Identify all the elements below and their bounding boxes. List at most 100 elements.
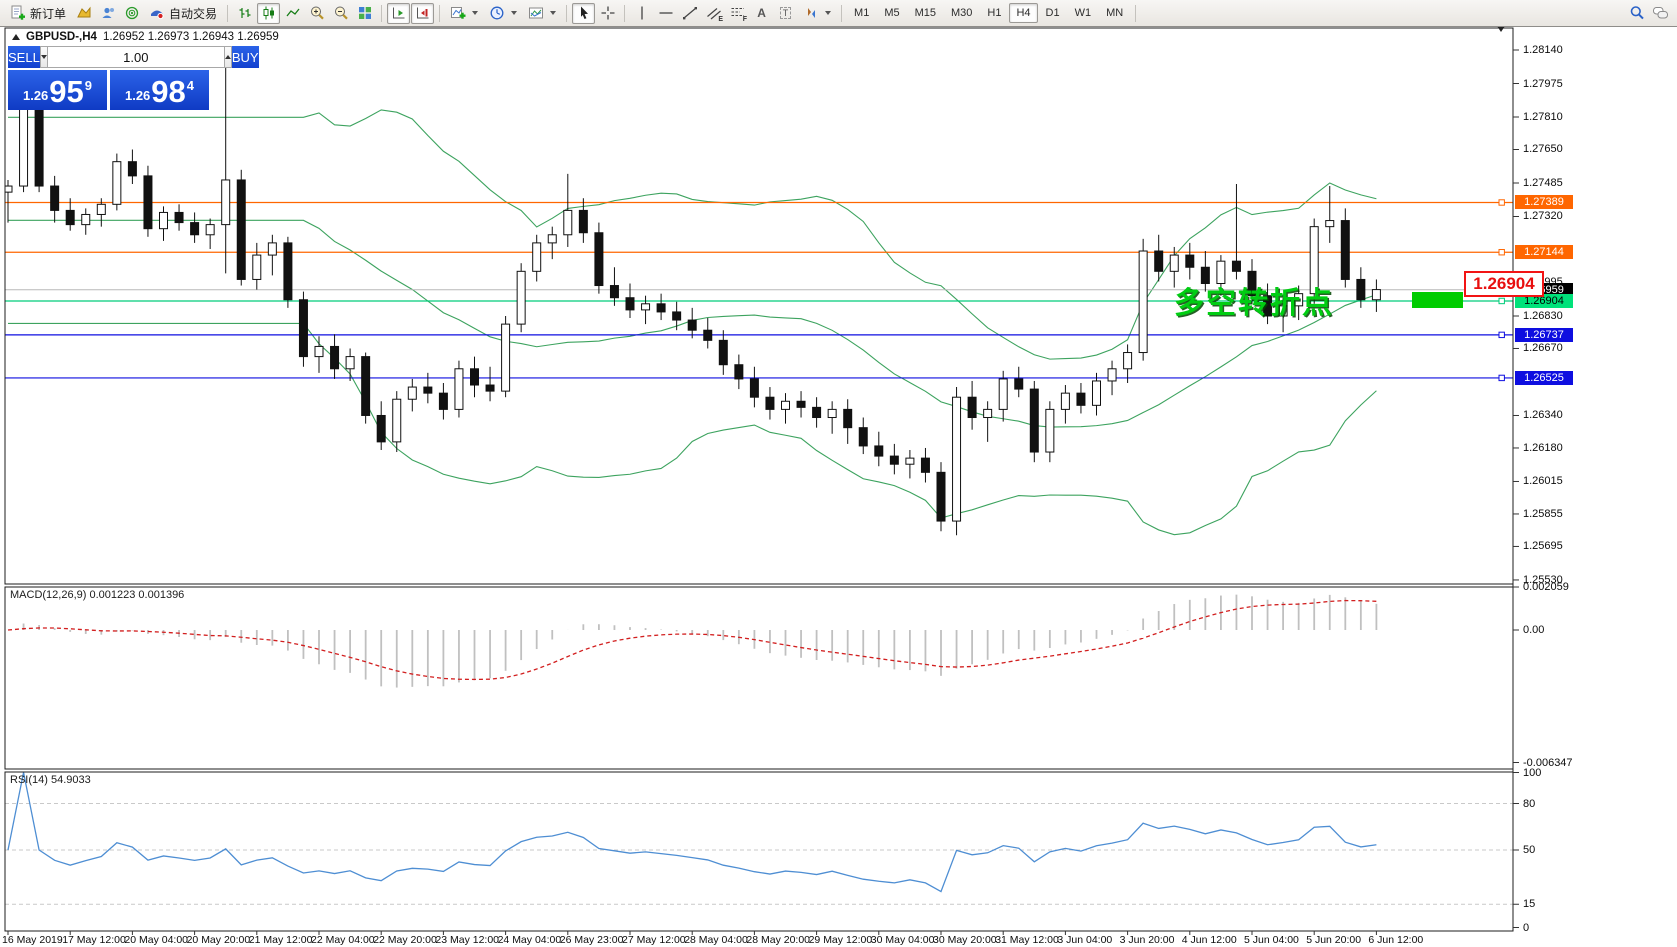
volume-increase-button[interactable] [224,46,232,68]
clock-icon [489,5,505,21]
trendline-button[interactable] [678,3,701,24]
buy-button[interactable]: BUY [232,46,259,68]
date-tick-label: 24 May 04:00 [498,934,562,946]
tile-windows-button[interactable] [353,3,376,24]
buy-price-sup: 4 [187,78,194,93]
timeframe-M30[interactable]: M30 [944,3,979,23]
chat-button[interactable] [1649,3,1672,24]
date-tick-label: 26 May 23:00 [560,934,624,946]
crosshair-button[interactable] [596,3,619,24]
macd-tick-label: 0.00 [1523,624,1544,636]
date-tick-label: 20 May 20:00 [187,934,251,946]
vertical-line-icon [634,5,650,21]
price-tick-label: 1.25855 [1523,508,1563,520]
volume-input[interactable] [48,46,224,68]
price-tick-label: 1.26015 [1523,475,1563,487]
price-tick-label: 1.28140 [1523,44,1563,56]
timeframe-M1[interactable]: M1 [847,3,876,23]
auto-scroll-button[interactable] [387,3,410,24]
annotation-green-bar[interactable] [1412,292,1463,308]
volume-decrease-button[interactable] [40,46,48,68]
ohlc-values: 1.26952 1.26973 1.26943 1.26959 [103,31,279,43]
price-tick-label: 1.26830 [1523,310,1563,322]
zoom-in-button[interactable] [305,3,328,24]
cursor-icon [576,5,592,21]
periods-button[interactable] [484,3,522,24]
date-tick-label: 21 May 12:00 [249,934,313,946]
timeframe-M5[interactable]: M5 [877,3,906,23]
toolbar: 新订单 自动交易 [0,0,1677,27]
price-tick-label: 1.27650 [1523,143,1563,155]
new-order-label: 新订单 [30,5,66,22]
indicators-button[interactable] [445,3,483,24]
templates-button[interactable] [523,3,561,24]
rsi-tick-label: 80 [1523,798,1535,810]
date-tick-label: 6 Jun 12:00 [1368,934,1423,946]
bar-chart-icon [237,5,253,21]
timeframe-H1[interactable]: H1 [980,3,1008,23]
text-button[interactable]: A [750,3,773,24]
timeframe-D1[interactable]: D1 [1039,3,1067,23]
market-watch-icon [76,5,92,21]
cursor-button[interactable] [572,3,595,24]
price-tick-label: 1.27810 [1523,111,1563,123]
timeframe-H4[interactable]: H4 [1009,3,1037,23]
date-tick-label: 22 May 20:00 [373,934,437,946]
chart-shift-button[interactable] [411,3,434,24]
channel-sub-label: E [718,16,723,23]
search-button[interactable] [1625,3,1648,24]
rsi-tick-label: 15 [1523,898,1535,910]
date-tick-label: 28 May 20:00 [746,934,810,946]
chart-canvas[interactable] [0,27,1677,947]
date-tick-label: 23 May 12:00 [435,934,499,946]
trendline-icon [682,5,698,21]
panel-collapse-icon[interactable] [12,34,20,40]
community-button[interactable] [96,3,119,24]
buy-price-prefix: 1.26 [125,88,150,103]
buy-price-box[interactable]: 1.26 98 4 [110,70,209,110]
new-order-button[interactable]: 新订单 [5,3,71,24]
chevron-down-icon [472,11,478,15]
bar-chart-button[interactable] [233,3,256,24]
zoom-out-button[interactable] [329,3,352,24]
community-icon [100,5,116,21]
horizontal-line-button[interactable] [654,3,677,24]
buy-price-big: 98 [151,77,185,107]
toolbar-separator [227,5,228,22]
date-tick-label: 30 May 04:00 [871,934,935,946]
autotrade-button[interactable]: 自动交易 [144,3,222,24]
channel-button[interactable]: E [702,3,725,24]
candle [517,263,525,332]
candlestick-chart-button[interactable] [257,3,280,24]
date-tick-label: 22 May 04:00 [311,934,375,946]
arrows-icon [803,5,819,21]
symbol-title: GBPUSD-,H4 [26,31,97,43]
vertical-line-button[interactable] [630,3,653,24]
signals-icon [124,5,140,21]
rsi-tick-label: 0 [1523,922,1529,934]
price-tick-label: 1.26340 [1523,409,1563,421]
date-tick-label: 28 May 04:00 [684,934,748,946]
price-tick-label: 1.26670 [1523,342,1563,354]
line-chart-button[interactable] [281,3,304,24]
date-tick-label: 29 May 12:00 [809,934,873,946]
rsi-tick-label: 100 [1523,767,1541,779]
timeframe-M15[interactable]: M15 [908,3,943,23]
chart-annotation-text[interactable]: 多空转折点 [1174,278,1334,322]
rsi-value: 54.9033 [51,774,91,786]
sell-price-box[interactable]: 1.26 95 9 [8,70,107,110]
market-watch-button[interactable] [72,3,95,24]
date-tick-label: 16 May 2019 [2,934,63,946]
price-callout-tag[interactable]: 1.26904 [1464,271,1544,297]
candle [502,316,510,397]
candle [237,170,245,286]
text-label-button[interactable]: T [774,3,797,24]
auto-scroll-icon [391,5,407,21]
timeframe-W1[interactable]: W1 [1068,3,1099,23]
arrows-button[interactable] [798,3,836,24]
signals-button[interactable] [120,3,143,24]
sell-button[interactable]: SELL [8,46,40,68]
fibonacci-button[interactable]: F [726,3,749,24]
chart-menu-icon[interactable] [1497,32,1505,50]
timeframe-MN[interactable]: MN [1099,3,1130,23]
